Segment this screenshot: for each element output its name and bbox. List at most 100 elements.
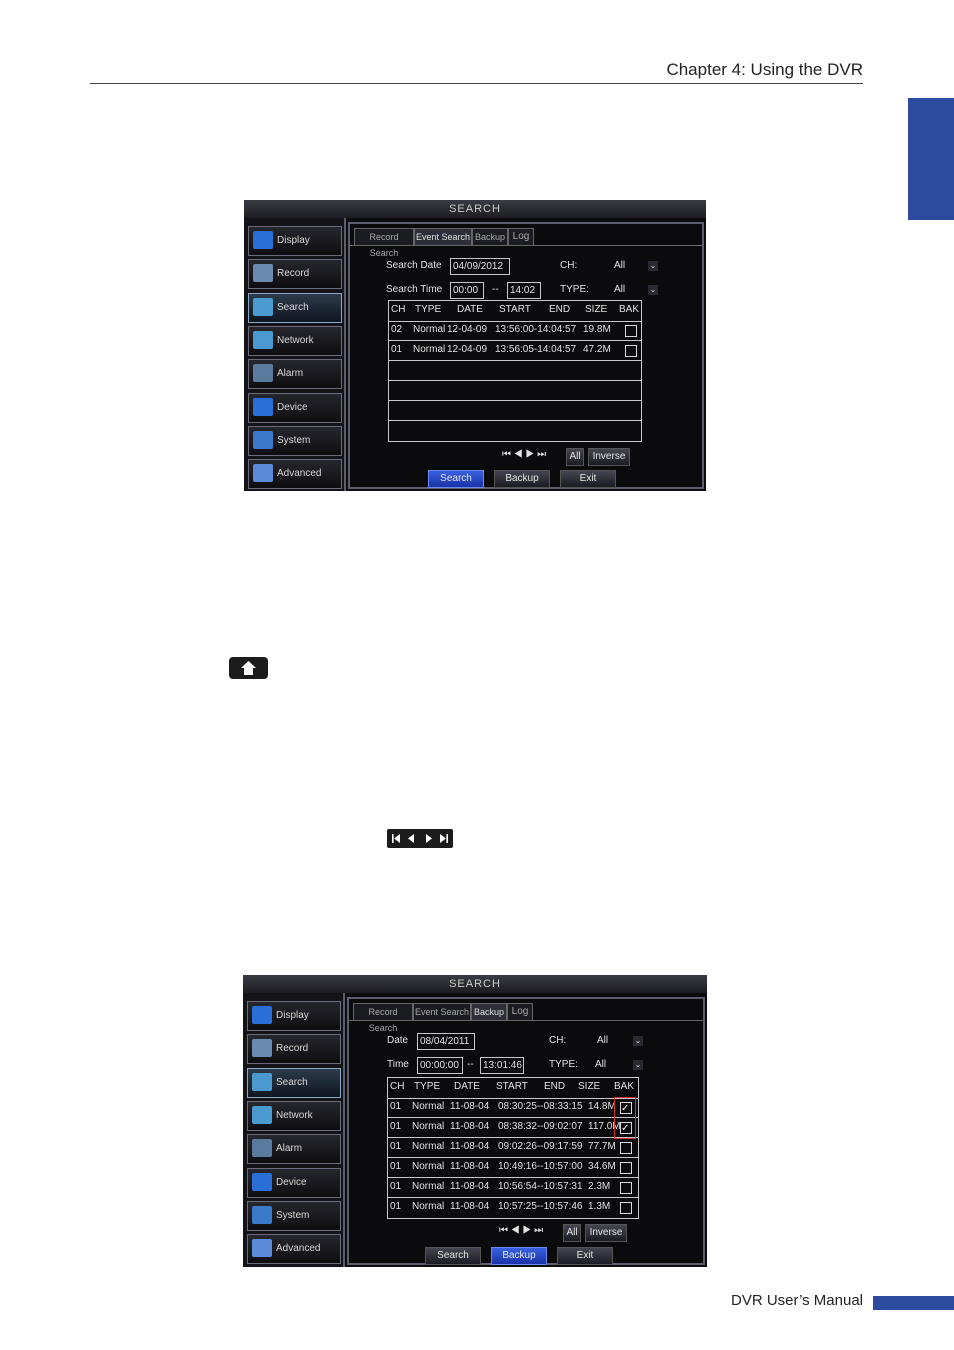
type-value[interactable]: All <box>595 1059 606 1070</box>
backup-button[interactable]: Backup <box>494 470 550 488</box>
table-row[interactable] <box>389 361 641 381</box>
page-nav-icons[interactable]: ⏮ ◀ ▶ ⏭ <box>499 1225 543 1236</box>
menu-item-label: Network <box>276 1109 313 1121</box>
table-row[interactable]: 01 Normal 11-08-04 09:02:26--09:17:59 77.7M <box>388 1138 638 1158</box>
menu-item-advanced[interactable]: Advanced <box>248 459 342 490</box>
inverse-button[interactable]: Inverse <box>588 448 630 466</box>
time-to-field[interactable]: 14:02 <box>507 282 541 299</box>
table-row[interactable]: 01 Normal 11-08-04 08:30:25--08:33:15 14.8M <box>388 1098 638 1118</box>
cell-size: 34.6M <box>588 1161 616 1172</box>
ch-value[interactable]: All <box>597 1035 608 1046</box>
time-from-field[interactable]: 00:00:00 <box>417 1057 463 1074</box>
tab-record-search[interactable]: Record Search <box>353 1003 413 1033</box>
menu-item-label: Display <box>277 235 310 246</box>
time-from-field[interactable]: 00:00 <box>450 282 484 299</box>
column-header: TYPE <box>415 304 442 315</box>
chevron-down-icon[interactable]: ⌄ <box>648 285 658 295</box>
tab-backup[interactable]: Backup <box>471 1003 507 1021</box>
ch-label: CH: <box>549 1035 567 1046</box>
table-row[interactable]: 01 Normal 11-08-04 10:49:16--10:57:00 34.6M <box>388 1158 638 1178</box>
backup-checkbox[interactable] <box>620 1162 632 1174</box>
chevron-down-icon[interactable]: ⌄ <box>648 261 658 271</box>
table-header: CH TYPE DATE START END SIZE BAK <box>389 301 641 322</box>
menu-item-alarm[interactable]: Alarm <box>248 359 342 390</box>
tab-event-search[interactable]: Event Search <box>413 1003 471 1021</box>
backup-checkbox[interactable] <box>625 325 637 337</box>
date-field[interactable]: 08/04/2011 <box>417 1033 475 1050</box>
menu-item-search[interactable]: Search <box>247 1067 341 1098</box>
menu-item-display[interactable]: Display <box>248 226 342 256</box>
menu-item-system[interactable]: System <box>247 1200 341 1231</box>
search-button[interactable]: Search <box>428 470 484 488</box>
backup-checkbox[interactable] <box>620 1202 632 1214</box>
magnifier-icon <box>253 297 273 316</box>
cell-type: Normal <box>412 1121 445 1132</box>
tab-record-search[interactable]: Record Search <box>354 228 414 258</box>
cell-ch: 01 <box>390 1141 402 1152</box>
tab-log[interactable]: Log <box>508 228 534 246</box>
column-header: DATE <box>457 304 483 315</box>
menu-item-alarm[interactable]: Alarm <box>247 1134 341 1165</box>
screen-title: SEARCH <box>244 200 706 218</box>
cell-date: 11-08-04 <box>450 1101 490 1112</box>
exit-button[interactable]: Exit <box>560 470 616 488</box>
search-button[interactable]: Search <box>425 1247 481 1265</box>
table-row[interactable]: 02 Normal 12-04-09 13:56:00-14:04:57 19.8M <box>389 321 641 341</box>
table-row[interactable]: 01 Normal 11-08-04 10:57:25--10:57:46 1.3M <box>388 1198 638 1217</box>
type-value[interactable]: All <box>614 284 625 295</box>
tab-log[interactable]: Log <box>507 1003 533 1021</box>
column-header: END <box>549 304 571 315</box>
backup-checkbox[interactable] <box>625 345 637 357</box>
backup-checkbox[interactable] <box>620 1142 632 1154</box>
screen-title: SEARCH <box>243 975 707 993</box>
backup-checkbox[interactable] <box>620 1182 632 1194</box>
menu-item-network[interactable]: Network <box>248 325 342 356</box>
time-to-field[interactable]: 13:01:46 <box>480 1057 524 1074</box>
table-row[interactable] <box>389 401 641 421</box>
ch-value[interactable]: All <box>614 260 625 271</box>
cell-range: 13:56:00-14:04:57 <box>495 324 577 335</box>
menu-item-record[interactable]: Record <box>248 259 342 290</box>
menu-item-device[interactable]: Device <box>248 392 342 423</box>
header-rule <box>90 83 863 84</box>
chevron-down-icon[interactable]: ⌄ <box>633 1060 643 1070</box>
cell-ch: 01 <box>390 1101 402 1112</box>
table-row[interactable] <box>389 421 641 440</box>
menu-item-system[interactable]: System <box>248 425 342 456</box>
menu-item-label: Device <box>277 401 308 413</box>
cell-range: 08:30:25--08:33:15 <box>498 1101 583 1112</box>
menu-item-network[interactable]: Network <box>247 1100 341 1131</box>
menu-item-label: Display <box>276 1010 309 1021</box>
search-date-label: Search Date <box>386 260 442 271</box>
menu-item-device[interactable]: Device <box>247 1167 341 1198</box>
column-header: BAK <box>614 1081 635 1092</box>
menu-item-label: Network <box>277 334 314 346</box>
tab-backup[interactable]: Backup <box>472 228 508 246</box>
menu-item-advanced[interactable]: Advanced <box>247 1234 341 1265</box>
cell-range: 08:38:32--09:02:07 <box>498 1121 583 1132</box>
wrench-icon <box>253 464 273 483</box>
cell-range: 10:49:16--10:57:00 <box>498 1161 583 1172</box>
tab-event-search[interactable]: Event Search <box>414 228 472 246</box>
page-navigation-icons <box>387 829 453 848</box>
exit-button[interactable]: Exit <box>557 1247 613 1265</box>
menu-item-record[interactable]: Record <box>247 1034 341 1065</box>
menu-item-search[interactable]: Search <box>248 292 342 323</box>
select-all-button[interactable]: All <box>563 1224 581 1242</box>
select-all-button[interactable]: All <box>566 448 584 466</box>
table-row[interactable]: 01 Normal 11-08-04 10:56:54--10:57:31 2.3M <box>388 1178 638 1198</box>
table-row[interactable] <box>389 381 641 401</box>
column-header: START <box>499 304 531 315</box>
chevron-down-icon[interactable]: ⌄ <box>633 1036 643 1046</box>
table-row[interactable]: 01 Normal 11-08-04 08:38:32--09:02:07 117.0M <box>388 1118 638 1138</box>
globe-icon <box>252 1105 272 1124</box>
inverse-button[interactable]: Inverse <box>585 1224 627 1242</box>
page-nav-icons[interactable]: ⏮ ◀ ▶ ⏭ <box>502 449 546 460</box>
search-date-field[interactable]: 04/09/2012 <box>450 258 510 275</box>
menu-item-display[interactable]: Display <box>247 1001 341 1031</box>
time-separator: -- <box>467 1059 474 1070</box>
backup-button[interactable]: Backup <box>491 1247 547 1265</box>
wrench-icon <box>252 1239 272 1258</box>
table-row[interactable]: 01 Normal 12-04-09 13:56:05-14:04:57 47.2M <box>389 341 641 361</box>
menu-item-label: Record <box>277 268 310 280</box>
